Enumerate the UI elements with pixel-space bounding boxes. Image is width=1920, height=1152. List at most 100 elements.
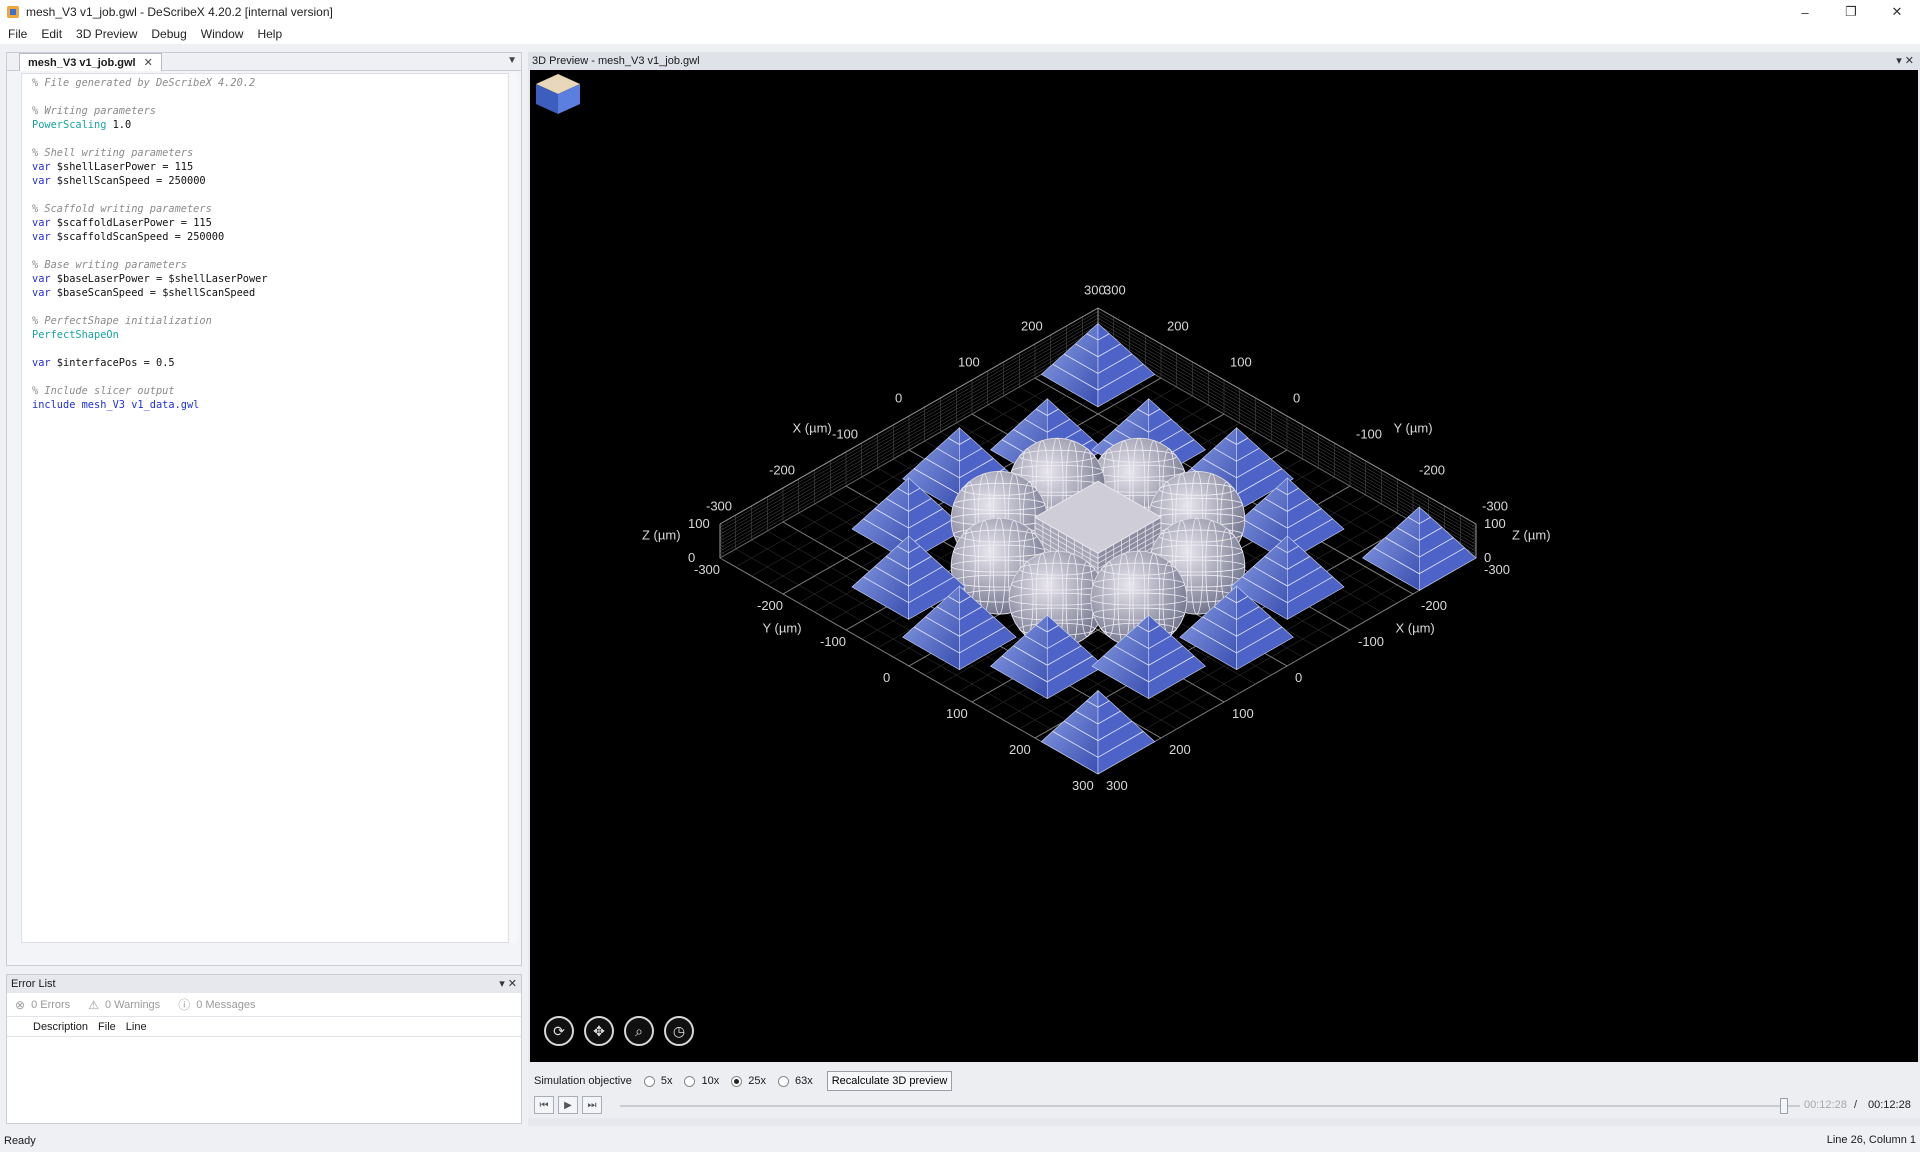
column-description[interactable]: Description: [33, 1021, 88, 1033]
tick-label: 0: [895, 390, 902, 405]
code-line: % Include slicer output: [32, 384, 508, 398]
tick-label: 0: [688, 550, 695, 565]
code-line: var $baseScanSpeed = $shellScanSpeed: [32, 286, 508, 300]
close-button[interactable]: ✕: [1874, 0, 1920, 24]
tick-label: 100: [1484, 516, 1506, 531]
3d-viewport[interactable]: 300 300 300 300 200 200 200 200 100 100 100 100 0 0 0 0…: [530, 70, 1918, 1062]
objective-label: 5x: [660, 1075, 673, 1087]
code-line: % File generated by DeScribeX 4.20.2: [32, 76, 508, 90]
objective-label: 63x: [794, 1075, 813, 1087]
grid-line: [719, 557, 724, 561]
objective-radio-63x[interactable]: 63x: [777, 1075, 813, 1087]
axis-name-label: Z (µm): [1512, 527, 1551, 542]
tick-label: -300: [1482, 498, 1508, 513]
objective-radio-5x[interactable]: 5x: [643, 1075, 673, 1087]
warnings-filter-button[interactable]: ⚠ 0 Warnings: [88, 998, 160, 1012]
menu-window[interactable]: Window: [201, 27, 244, 41]
pan-view-icon[interactable]: ✥: [584, 1016, 614, 1046]
title-bar: mesh_V3 v1_job.gwl - DeScribeX 4.20.2 [i…: [0, 0, 1920, 24]
grid-line: [1472, 530, 1477, 534]
simulation-bar: Simulation objective 5x 10x 25x 63x Reca…: [528, 1062, 1920, 1118]
rotate-view-icon[interactable]: ⟳: [544, 1016, 574, 1046]
pyramid-lattice: [1040, 689, 1156, 775]
column-file[interactable]: File: [98, 1021, 116, 1033]
tick-label: -200: [1419, 462, 1445, 477]
code-editor[interactable]: % File generated by DeScribeX 4.20.2 % W…: [21, 73, 509, 943]
errors-filter-button[interactable]: ⊗ 0 Errors: [15, 998, 70, 1012]
navigation-cube-icon[interactable]: [530, 70, 586, 120]
messages-filter-button[interactable]: ⓘ 0 Messages: [178, 996, 255, 1013]
objective-radio-10x[interactable]: 10x: [684, 1075, 719, 1087]
tick-label: -200: [757, 598, 783, 613]
code-token: % Writing parameters: [32, 105, 156, 117]
column-line[interactable]: Line: [126, 1021, 147, 1033]
grid-line: [1472, 544, 1477, 547]
minimize-button[interactable]: –: [1782, 0, 1828, 24]
cursor-position: Line 26, Column 1: [1826, 1134, 1916, 1146]
3d-scene[interactable]: 300300300 300200 200200 200100 100100 1000 00 0…: [530, 70, 1918, 1062]
tick-label: 0: [883, 670, 890, 685]
fast-forward-icon[interactable]: ⏭: [582, 1096, 602, 1114]
tick-label: 0: [1295, 670, 1302, 685]
code-token: PowerScaling: [32, 119, 107, 131]
pyramid-lattice: [1040, 322, 1156, 408]
editor-tab-strip: mesh_V3 v1_job.gwl ✕ ▼: [7, 53, 521, 71]
tick-label: -200: [769, 462, 795, 477]
error-list-controls[interactable]: ▾ ✕: [499, 977, 517, 990]
timeline-slider[interactable]: [620, 1105, 1800, 1107]
tick-label: -100: [1358, 634, 1384, 649]
restore-button[interactable]: ❐: [1828, 0, 1874, 24]
tab-close-icon[interactable]: ✕: [144, 56, 153, 69]
code-token: var: [32, 357, 51, 369]
tick-label: 100: [958, 354, 980, 369]
menu-3d-preview[interactable]: 3D Preview: [76, 27, 137, 41]
tick-label: 300: [1084, 282, 1106, 297]
axis-name-label: X (µm): [793, 421, 832, 436]
objective-label: 25x: [748, 1075, 766, 1087]
code-line: var $shellScanSpeed = 250000: [32, 174, 508, 188]
preview-controls[interactable]: ▾ ✕: [1896, 54, 1914, 67]
code-token: 1.0: [106, 119, 132, 131]
axis-name-label: Z (µm): [642, 527, 681, 542]
timeline-thumb[interactable]: [1780, 1098, 1788, 1114]
rewind-icon[interactable]: ⏮: [534, 1096, 554, 1114]
editor-tab-label: mesh_V3 v1_job.gwl: [28, 56, 136, 69]
recalculate-preview-button[interactable]: Recalculate 3D preview: [826, 1071, 953, 1091]
editor-scrollbar[interactable]: [509, 73, 517, 943]
tick-label: -200: [1421, 598, 1447, 613]
code-line: % Base writing parameters: [32, 258, 508, 272]
code-line: PowerScaling 1.0: [32, 118, 508, 132]
menu-edit[interactable]: Edit: [41, 27, 62, 41]
reset-view-icon[interactable]: ◷: [664, 1016, 694, 1046]
menu-debug[interactable]: Debug: [151, 27, 186, 41]
preview-pane: 3D Preview - mesh_V3 v1_job.gwl ▾ ✕ 300 3…: [528, 52, 1920, 1126]
menu-file[interactable]: File: [8, 27, 27, 41]
status-text: Ready: [4, 1135, 36, 1147]
code-token: % Shell writing parameters: [32, 147, 194, 159]
tick-label: 300: [1106, 778, 1128, 793]
radio-dot-selected: [731, 1075, 743, 1087]
pane-menu-icon[interactable]: ▼: [507, 55, 517, 66]
code-line: var $shellLaserPower = 115: [32, 160, 508, 174]
menu-help[interactable]: Help: [257, 27, 282, 41]
editor-tab[interactable]: mesh_V3 v1_job.gwl ✕: [19, 53, 162, 71]
zoom-view-icon[interactable]: ⌕: [624, 1016, 654, 1046]
grid-line: [1472, 550, 1477, 554]
code-token: % PerfectShape initialization: [32, 315, 212, 327]
grid-line: [719, 547, 724, 551]
code-token: var: [32, 161, 51, 173]
code-token: $shellScanSpeed = 250000: [50, 175, 206, 187]
code-line: include mesh_V3 v1_data.gwl: [32, 398, 508, 412]
play-icon[interactable]: ▶: [558, 1096, 578, 1114]
error-list-pane: Error List ▾ ✕ ⊗ 0 Errors ⚠ 0 Warnings ⓘ…: [6, 974, 522, 1124]
tick-label: 300: [1072, 778, 1094, 793]
preview-title: 3D Preview - mesh_V3 v1_job.gwl: [532, 55, 700, 67]
code-token: % Scaffold writing parameters: [32, 203, 212, 215]
pyramid-lattice: [1362, 506, 1477, 591]
pyramid-face: [1040, 689, 1099, 775]
objective-radio-25x[interactable]: 25x: [731, 1075, 766, 1087]
